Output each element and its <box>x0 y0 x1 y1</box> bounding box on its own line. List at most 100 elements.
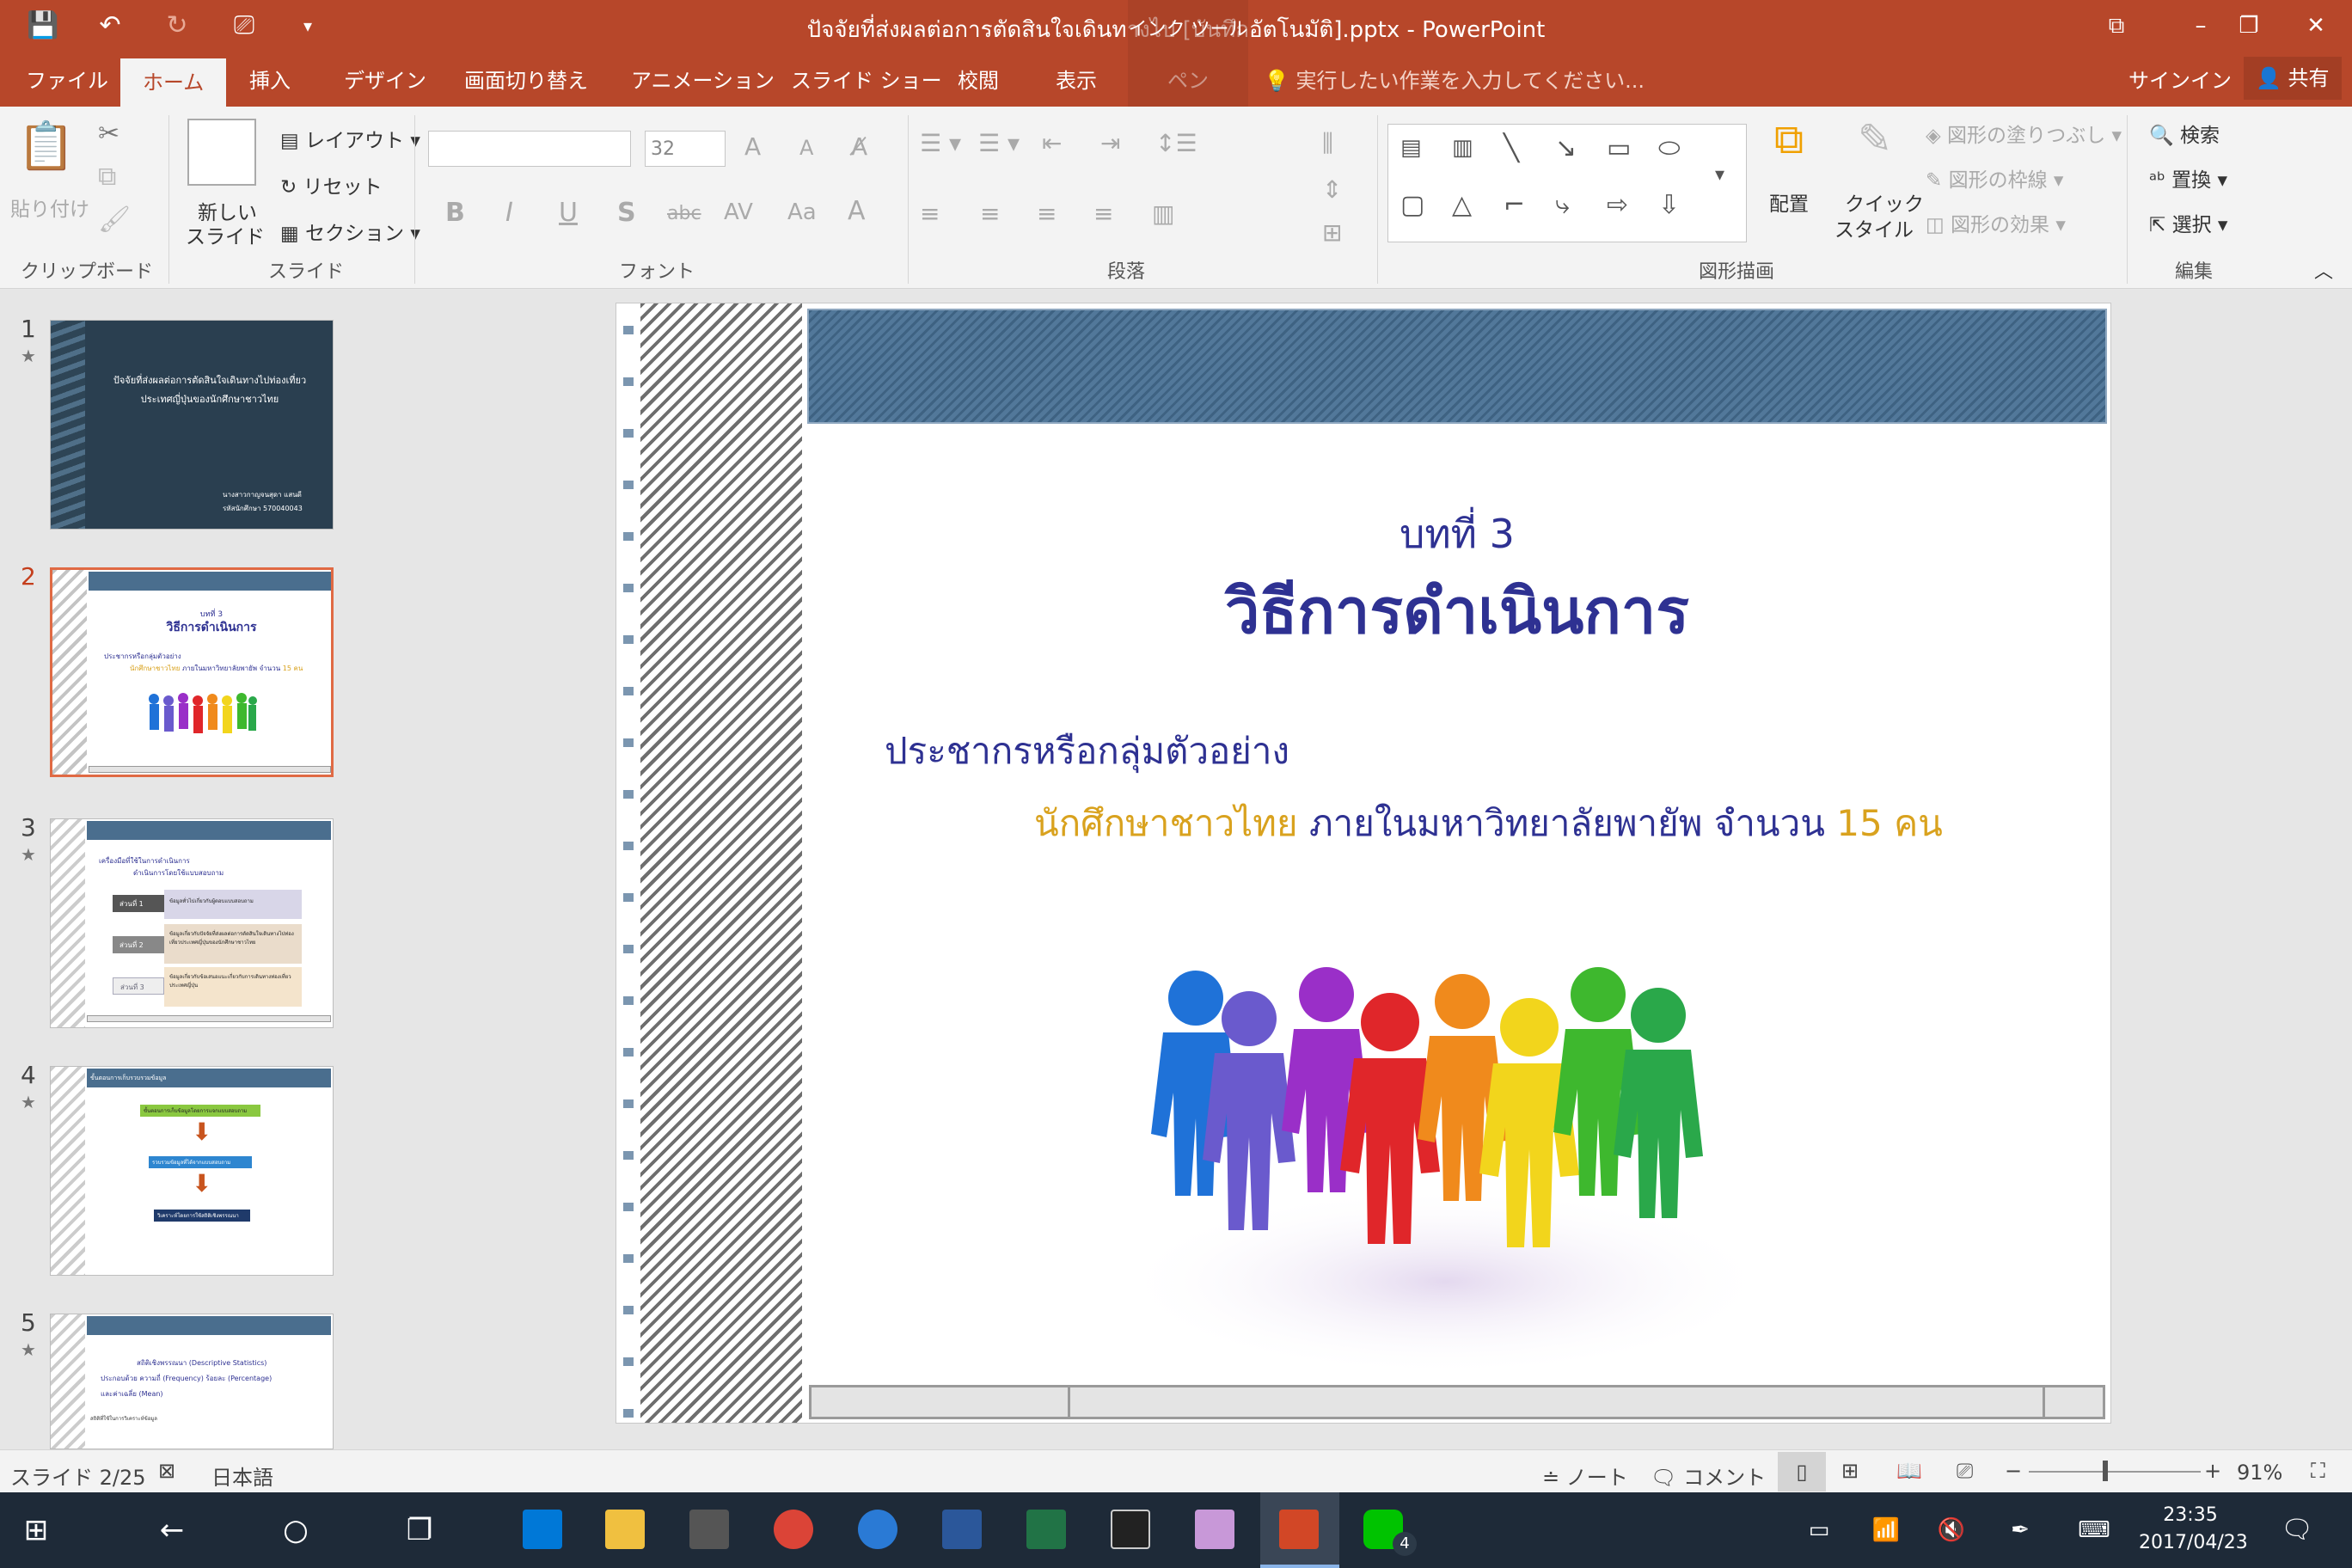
arrange-button[interactable]: 配置 <box>1769 187 1809 217</box>
slide-thumbnails-pane[interactable]: 1 ★ ปัจจัยที่ส่งผลต่อการตัดสินใจเดินทางไ… <box>0 289 602 1449</box>
font-name-input[interactable] <box>428 131 631 167</box>
image-viewer-icon[interactable] <box>1195 1510 1234 1549</box>
section-button[interactable]: ▦ セクション ▾ <box>280 217 420 246</box>
justify-icon[interactable]: ≡ <box>1093 199 1113 228</box>
app-window-icon[interactable] <box>1111 1510 1150 1549</box>
underline-button[interactable]: U <box>559 198 578 228</box>
tab-insert[interactable]: 挿入 <box>249 64 291 94</box>
zoom-slider[interactable] <box>2029 1471 2201 1473</box>
tab-file[interactable]: ファイル <box>26 64 108 94</box>
slide-thumbnail-3[interactable]: เครื่องมือที่ใช้ในการดำเนินการ ดำเนินการ… <box>50 818 334 1028</box>
tab-animations[interactable]: アニメーション <box>631 64 775 94</box>
slide-thumbnail-4[interactable]: ขั้นตอนการเก็บรวบรวมข้อมูล ขั้นตอนการเก็… <box>50 1066 334 1276</box>
select-button[interactable]: ⇱ 選択 ▾ <box>2149 208 2227 237</box>
wifi-icon[interactable]: 📶 <box>1859 1504 1914 1556</box>
shrink-font-icon[interactable]: A <box>799 136 813 160</box>
align-center-icon[interactable]: ≡ <box>980 199 1000 228</box>
language-indicator[interactable]: 日本語 <box>211 1461 273 1491</box>
shadow-button[interactable]: S <box>617 198 636 228</box>
italic-button[interactable]: I <box>505 198 513 228</box>
tab-view[interactable]: 表示 <box>1056 64 1097 94</box>
slide-detail[interactable]: นักศึกษาชาวไทย ภายในมหาวิทยาลัยพายัพ จำน… <box>1034 795 1943 852</box>
decrease-indent-icon[interactable]: ⇤ <box>1042 129 1062 157</box>
slide-canvas[interactable]: บทที่ 3 วิธีการดำเนินการ ประชากรหรือกลุ่… <box>616 303 2111 1424</box>
collapse-ribbon-icon[interactable]: ︿ <box>2314 256 2333 284</box>
tell-me-search[interactable]: 💡 実行したい作業を入力してください... <box>1264 64 1645 94</box>
text-direction-icon[interactable]: ⫼ <box>1322 129 1333 158</box>
comments-button[interactable]: 🗨 コメント <box>1651 1461 1766 1491</box>
align-left-icon[interactable]: ≡ <box>920 199 940 228</box>
spell-check-icon[interactable]: ⊠ <box>158 1459 175 1483</box>
rounded-rect-shape-icon[interactable]: ▢ <box>1400 190 1424 220</box>
paste-button[interactable]: 貼り付け <box>10 193 89 222</box>
arrange-icon[interactable]: ⧉ <box>1759 115 1819 184</box>
word-icon[interactable] <box>942 1510 982 1549</box>
textbox-shape-icon[interactable]: ▤ <box>1400 135 1422 161</box>
smartart-icon[interactable]: ⊞ <box>1322 218 1342 247</box>
shapes-more-icon[interactable]: ▾ <box>1715 164 1724 186</box>
tab-home[interactable]: ホーム <box>120 58 227 107</box>
bullets-icon[interactable]: ☰ ▾ <box>920 129 961 157</box>
line-shape-icon[interactable]: ╲ <box>1504 133 1519 163</box>
layout-button[interactable]: ▤ レイアウト ▾ <box>280 124 420 153</box>
clock-time[interactable]: 23:35 <box>2139 1504 2242 1526</box>
normal-view-icon[interactable]: ▯ <box>1778 1452 1826 1491</box>
mute-icon[interactable]: 🔇 <box>1924 1504 1979 1556</box>
elbow-arrow-shape-icon[interactable]: ⤷ <box>1555 190 1570 220</box>
quick-style-label[interactable]: スタイル <box>1834 213 1914 242</box>
change-case-button[interactable]: Aa <box>787 199 817 225</box>
strikethrough-button[interactable]: abc <box>667 203 701 224</box>
notes-button[interactable]: ≐ ノート <box>1542 1461 1628 1491</box>
zoom-level[interactable]: 91% <box>2237 1461 2282 1485</box>
connector-shape-icon[interactable]: ⌐ <box>1504 190 1525 220</box>
zoom-out-icon[interactable]: − <box>2005 1459 2022 1483</box>
zoom-slider-thumb[interactable] <box>2103 1461 2108 1481</box>
shapes-gallery[interactable]: ▤ ▥ ╲ ↘ ▭ ⬭ ▢ △ ⌐ ⤷ ⇨ ⇩ ▾ <box>1387 124 1747 242</box>
format-painter-icon[interactable]: 🖌 <box>98 205 131 235</box>
grow-font-icon[interactable]: A <box>744 132 761 161</box>
shape-fill-button[interactable]: ◈ 図形の塗りつぶし ▾ <box>1926 119 2122 148</box>
pen-icon[interactable]: ✒ <box>1993 1504 2048 1556</box>
keyboard-icon[interactable]: ⌨ <box>2067 1504 2122 1556</box>
bold-button[interactable]: B <box>445 198 465 228</box>
colorful-people-image[interactable] <box>1101 912 1782 1393</box>
slideshow-view-icon[interactable]: ⎚ <box>1957 1459 1973 1483</box>
fit-to-window-icon[interactable]: ⛶ <box>2311 1459 2325 1483</box>
slide-thumbnail-1[interactable]: ปัจจัยที่ส่งผลต่อการตัดสินใจเดินทางไปท่อ… <box>50 320 334 530</box>
minimize-button[interactable]: – <box>2175 7 2226 45</box>
quick-style-button[interactable]: クイック <box>1845 187 1924 217</box>
line-spacing-icon[interactable]: ↕☰ <box>1155 129 1197 157</box>
slide-sorter-icon[interactable]: ⊞ <box>1841 1459 1859 1483</box>
tab-review[interactable]: 校閲 <box>958 64 999 94</box>
edge-browser-icon[interactable] <box>523 1510 562 1549</box>
align-text-icon[interactable]: ⇕ <box>1322 175 1342 204</box>
store-icon[interactable] <box>689 1510 729 1549</box>
reset-button[interactable]: ↻ リセット <box>280 170 383 199</box>
chrome-icon[interactable] <box>774 1510 813 1549</box>
char-spacing-button[interactable]: AV <box>724 199 753 225</box>
quick-style-icon[interactable]: ✎ <box>1843 115 1907 184</box>
arrow-line-shape-icon[interactable]: ↘ <box>1555 133 1577 163</box>
triangle-shape-icon[interactable]: △ <box>1452 190 1472 220</box>
task-view-icon[interactable]: ❐ <box>392 1504 447 1556</box>
columns-icon[interactable]: ▥ <box>1152 199 1174 228</box>
ribbon-display-icon[interactable]: ⧉ <box>2091 7 2142 45</box>
rectangle-shape-icon[interactable]: ▭ <box>1607 133 1631 163</box>
cut-icon[interactable]: ✂ <box>98 119 119 149</box>
reading-view-icon[interactable]: 📖 <box>1896 1459 1922 1483</box>
find-button[interactable]: 🔍 検索 <box>2149 119 2220 148</box>
k-app-icon[interactable] <box>858 1510 897 1549</box>
shape-effects-button[interactable]: ◫ 図形の効果 ▾ <box>1926 208 2066 237</box>
back-arrow-icon[interactable]: ← <box>144 1504 199 1556</box>
down-arrow-shape-icon[interactable]: ⇩ <box>1658 190 1680 220</box>
tab-transitions[interactable]: 画面切り替え <box>464 64 588 94</box>
font-color-button[interactable]: A <box>848 196 866 226</box>
clear-format-icon[interactable]: A̸ <box>851 132 867 161</box>
right-arrow-shape-icon[interactable]: ⇨ <box>1607 190 1628 220</box>
powerpoint-icon[interactable] <box>1279 1510 1319 1549</box>
zoom-in-icon[interactable]: + <box>2204 1459 2221 1483</box>
increase-indent-icon[interactable]: ⇥ <box>1100 129 1120 157</box>
font-size-input[interactable]: 32 <box>645 131 726 167</box>
signin-link[interactable]: サインイン <box>2128 64 2232 94</box>
clock-date[interactable]: 2017/04/23 <box>2139 1532 2248 1553</box>
